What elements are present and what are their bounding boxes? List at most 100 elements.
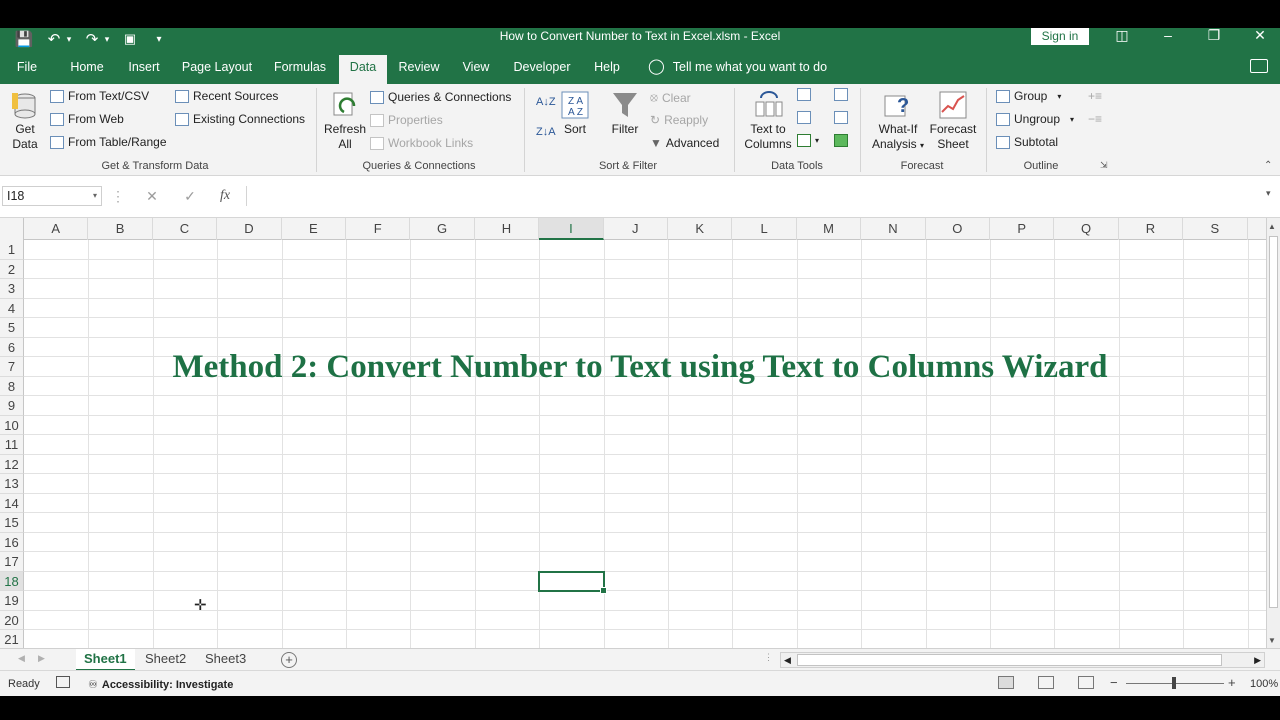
row-header-7[interactable]: 7	[0, 357, 24, 377]
consolidate-button[interactable]	[834, 88, 848, 101]
sheet-tab-sheet1[interactable]: Sheet1	[76, 649, 135, 671]
recent-sources-button[interactable]: Recent Sources	[175, 89, 278, 103]
get-data-button[interactable]: Get Data	[4, 90, 46, 152]
row-header-17[interactable]: 17	[0, 552, 24, 572]
queries-connections-button[interactable]: Queries & Connections	[370, 90, 511, 104]
reapply-button[interactable]: ↻ Reapply	[650, 113, 708, 127]
existing-connections-button[interactable]: Existing Connections	[175, 112, 305, 126]
row-header-8[interactable]: 8	[0, 376, 24, 396]
column-header-l[interactable]: L	[732, 218, 797, 240]
sort-z-a-button[interactable]: Z↓A	[536, 126, 556, 138]
sheet-tab-sheet2[interactable]: Sheet2	[137, 649, 194, 671]
column-header-p[interactable]: P	[990, 218, 1055, 240]
workbook-links-button[interactable]: Workbook Links	[370, 136, 473, 150]
column-header-f[interactable]: F	[346, 218, 411, 240]
column-header-b[interactable]: B	[88, 218, 153, 240]
tab-review[interactable]: Review	[396, 55, 442, 84]
text-to-columns-button[interactable]: Text to Columns	[740, 90, 796, 152]
sort-a-z-button[interactable]: A↓Z	[536, 96, 556, 108]
ribbon-display-options-icon[interactable]: ◫	[1112, 28, 1132, 44]
column-header-n[interactable]: N	[861, 218, 926, 240]
column-header-g[interactable]: G	[410, 218, 475, 240]
row-header-5[interactable]: 5	[0, 318, 24, 338]
zoom-percentage[interactable]: 100%	[1250, 678, 1278, 690]
close-icon[interactable]: ✕	[1250, 28, 1270, 44]
active-cell[interactable]	[538, 570, 607, 594]
what-if-analysis-button[interactable]: ? What-If Analysis ▾	[866, 90, 930, 153]
name-box-dropdown-icon[interactable]: ▾	[93, 187, 97, 205]
properties-button[interactable]: Properties	[370, 113, 443, 127]
row-header-12[interactable]: 12	[0, 454, 24, 474]
horizontal-scroll-thumb[interactable]	[797, 654, 1222, 666]
tab-file[interactable]: File	[8, 55, 46, 84]
tab-help[interactable]: Help	[588, 55, 626, 84]
clear-filter-button[interactable]: ⦻ Clear	[650, 90, 691, 105]
restore-icon[interactable]: ❐	[1204, 28, 1224, 44]
comments-icon[interactable]	[1250, 59, 1268, 73]
row-header-9[interactable]: 9	[0, 396, 24, 416]
tab-data[interactable]: Data	[339, 55, 387, 84]
show-detail-button[interactable]: +≡	[1088, 89, 1102, 103]
row-header-4[interactable]: 4	[0, 298, 24, 318]
manage-data-model-button[interactable]	[834, 134, 848, 147]
data-validation-button[interactable]: ▾	[797, 134, 819, 147]
column-header-c[interactable]: C	[153, 218, 218, 240]
row-header-21[interactable]: 21	[0, 630, 24, 648]
collapse-ribbon-icon[interactable]: ⌃	[1264, 160, 1272, 171]
name-box[interactable]: I18 ▾	[2, 186, 102, 206]
column-header-e[interactable]: E	[282, 218, 346, 240]
row-header-18[interactable]: 18	[0, 571, 24, 591]
formula-input[interactable]	[246, 186, 1266, 206]
row-header-19[interactable]: 19	[0, 591, 24, 611]
worksheet-grid[interactable]: ABCDEFGHIJKLMNOPQRS 1 2 3 4 5 6 7 8 9 10 11 12 13 14 1…	[0, 218, 1266, 648]
flash-fill-button[interactable]	[797, 88, 811, 101]
row-header-16[interactable]: 16	[0, 532, 24, 552]
macro-recording-icon[interactable]	[56, 676, 70, 688]
column-header-i[interactable]: I	[539, 218, 604, 240]
cancel-icon[interactable]: ✕	[142, 186, 162, 206]
relationships-button[interactable]	[834, 111, 848, 124]
scroll-left-icon[interactable]: ◀	[784, 653, 791, 667]
row-header-15[interactable]: 15	[0, 513, 24, 533]
tab-split-handle-icon[interactable]: ⋮	[764, 652, 773, 663]
horizontal-scrollbar[interactable]: ◀ ▶	[780, 652, 1265, 668]
row-header-11[interactable]: 11	[0, 435, 24, 455]
row-header-2[interactable]: 2	[0, 259, 24, 279]
tell-me-search[interactable]: ◯ Tell me what you want to do	[648, 55, 827, 79]
ungroup-button[interactable]: Ungroup ▾	[996, 112, 1074, 126]
tab-view[interactable]: View	[456, 55, 496, 84]
row-header-14[interactable]: 14	[0, 493, 24, 513]
zoom-slider-thumb[interactable]	[1172, 677, 1176, 689]
zoom-in-button[interactable]: +	[1228, 675, 1236, 690]
from-text-csv-button[interactable]: From Text/CSV	[50, 89, 149, 103]
scroll-down-icon[interactable]: ▼	[1268, 636, 1276, 645]
advanced-filter-button[interactable]: ▼ Advanced	[650, 136, 719, 150]
column-header-j[interactable]: J	[604, 218, 668, 240]
column-header-m[interactable]: M	[797, 218, 862, 240]
expand-formula-bar-icon[interactable]: ▾	[1266, 188, 1271, 199]
tab-page-layout[interactable]: Page Layout	[178, 55, 256, 84]
sheet-next-icon[interactable]: ▶	[38, 653, 45, 664]
scroll-right-icon[interactable]: ▶	[1254, 653, 1261, 667]
filter-button[interactable]: Filter	[606, 90, 644, 137]
outline-dialog-launcher-icon[interactable]: ⇲	[1100, 160, 1108, 171]
forecast-sheet-button[interactable]: Forecast Sheet	[928, 90, 978, 152]
tab-home[interactable]: Home	[62, 55, 112, 84]
normal-view-icon[interactable]	[998, 676, 1014, 689]
column-header-s[interactable]: S	[1183, 218, 1248, 240]
scroll-up-icon[interactable]: ▲	[1268, 222, 1276, 231]
column-header-h[interactable]: H	[475, 218, 540, 240]
zoom-out-button[interactable]: −	[1110, 675, 1118, 690]
from-table-range-button[interactable]: From Table/Range	[50, 135, 167, 149]
page-layout-view-icon[interactable]	[1038, 676, 1054, 689]
row-header-1[interactable]: 1	[0, 240, 24, 260]
column-header-o[interactable]: O	[926, 218, 990, 240]
row-header-13[interactable]: 13	[0, 474, 24, 494]
subtotal-button[interactable]: Subtotal	[996, 135, 1058, 149]
vertical-scrollbar[interactable]: ▲ ▼	[1266, 218, 1280, 648]
vertical-scroll-thumb[interactable]	[1269, 236, 1278, 608]
row-header-20[interactable]: 20	[0, 610, 24, 630]
insert-function-icon[interactable]: fx	[215, 186, 235, 206]
column-header-q[interactable]: Q	[1054, 218, 1119, 240]
sheet-tab-sheet3[interactable]: Sheet3	[197, 649, 254, 671]
